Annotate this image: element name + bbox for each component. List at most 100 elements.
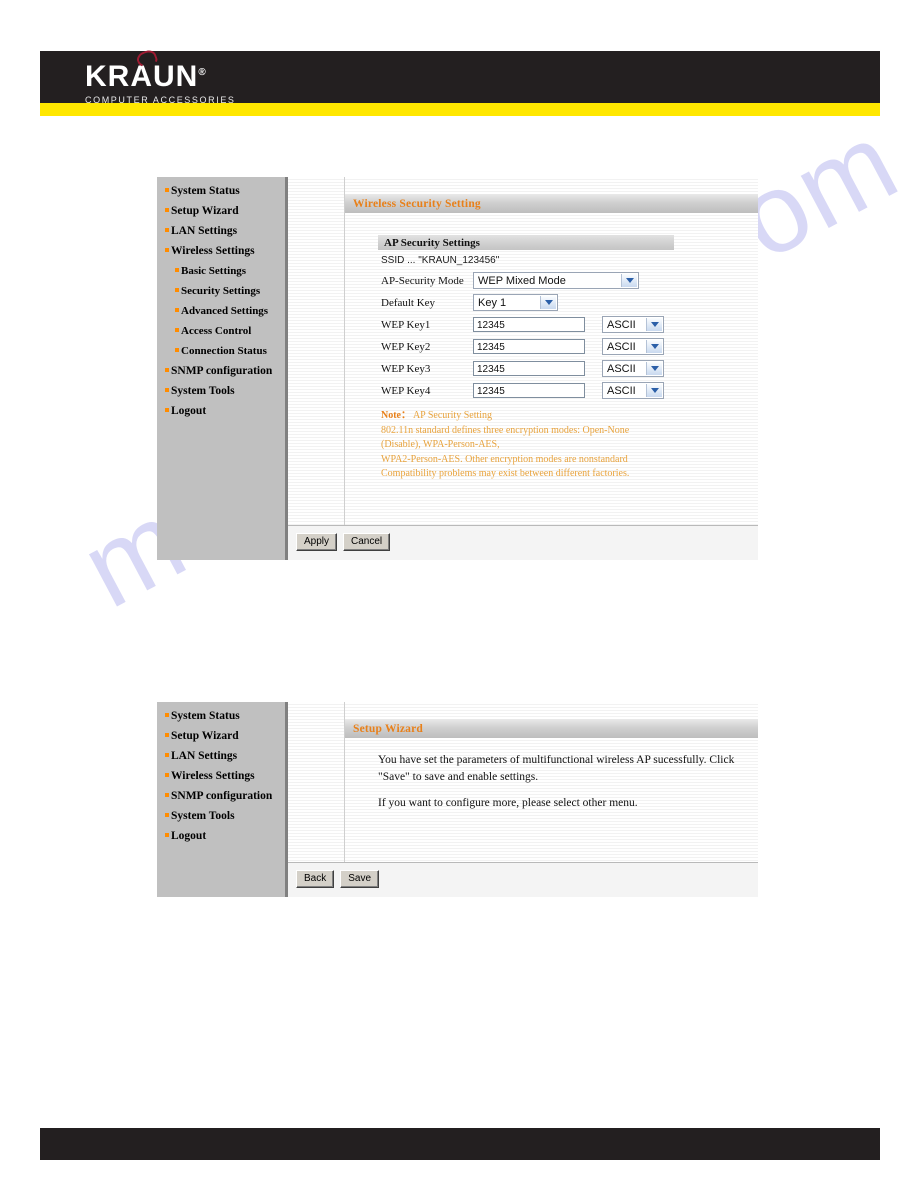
wep-key-1-input[interactable]: 12345 [473, 317, 585, 332]
label-ap-security-mode: AP-Security Mode [381, 274, 464, 287]
sidebar-item-setup-wizard[interactable]: Setup Wizard [157, 726, 285, 746]
wep-key-3-format-value: ASCII [607, 362, 636, 375]
wep-key-4-format-select[interactable]: ASCII [602, 382, 664, 399]
chevron-down-icon[interactable] [540, 296, 556, 309]
security-button-strip: Apply Cancel [288, 525, 758, 560]
note-line-3: WPA2-Person-AES. Other encryption modes … [381, 453, 628, 465]
sidebar-item-access-control[interactable]: Access Control [157, 321, 285, 341]
chevron-down-icon[interactable] [646, 318, 662, 331]
sidebar-item-basic-settings[interactable]: Basic Settings [157, 261, 285, 281]
default-key-select[interactable]: Key 1 [473, 294, 558, 311]
sidebar-item-snmp-configuration[interactable]: SNMP configuration [157, 361, 285, 381]
ssid-readonly-value: SSID ... "KRAUN_123456" [381, 255, 500, 266]
wizard-line-1: You have set the parameters of multifunc… [378, 754, 735, 766]
wizard-message-paragraph-1: You have set the parameters of multifunc… [378, 752, 758, 786]
wep-key-3-format-select[interactable]: ASCII [602, 360, 664, 377]
bullet-icon [165, 733, 169, 738]
sidebar-item-label: System Status [171, 185, 240, 197]
bullet-icon [165, 813, 169, 818]
note-heading-line: Note： AP Security Setting [381, 409, 758, 424]
logo-tagline: COMPUTER ACCESSORIES [85, 95, 236, 105]
sidebar-nav-security: System Status Setup Wizard LAN Settings … [157, 177, 288, 560]
row-ap-security-mode: AP-Security Mode WEP Mixed Mode [378, 270, 758, 291]
bullet-icon [165, 208, 169, 213]
bullet-icon [165, 228, 169, 233]
chevron-down-icon[interactable] [646, 384, 662, 397]
wizard-message-paragraph-2: If you want to configure more, please se… [378, 797, 638, 809]
sidebar-item-label: SNMP configuration [171, 365, 273, 377]
sidebar-item-label: SNMP configuration [171, 790, 273, 802]
bullet-icon [175, 328, 179, 333]
ap-security-mode-select[interactable]: WEP Mixed Mode [473, 272, 639, 289]
bullet-icon [175, 348, 179, 353]
sidebar-item-label: LAN Settings [171, 750, 238, 762]
wep-key-3-input[interactable]: 12345 [473, 361, 585, 376]
row-wep-key-1: WEP Key1 12345 ASCII [378, 314, 758, 335]
cancel-button[interactable]: Cancel [343, 533, 391, 551]
bullet-icon [165, 753, 169, 758]
sidebar-item-connection-status[interactable]: Connection Status [157, 341, 285, 361]
logo-wordmark: KRAUN® [85, 48, 236, 92]
bullet-icon [175, 268, 179, 273]
chevron-down-icon[interactable] [646, 340, 662, 353]
sidebar-item-label: LAN Settings [171, 225, 238, 237]
sidebar-item-label: Advanced Settings [181, 305, 269, 317]
bullet-icon [165, 368, 169, 373]
sidebar-item-system-tools[interactable]: System Tools [157, 806, 285, 826]
bullet-icon [165, 713, 169, 718]
sidebar-item-wireless-settings[interactable]: Wireless Settings [157, 241, 285, 261]
sidebar-item-label: Access Control [181, 325, 252, 337]
sidebar-item-system-tools[interactable]: System Tools [157, 381, 285, 401]
chevron-down-icon[interactable] [646, 362, 662, 375]
wep-key-2-format-value: ASCII [607, 340, 636, 353]
wep-key-2-format-select[interactable]: ASCII [602, 338, 664, 355]
sidebar-item-label: System Tools [171, 385, 235, 397]
bullet-icon [165, 408, 169, 413]
apply-button[interactable]: Apply [296, 533, 338, 551]
wep-key-1-format-value: ASCII [607, 318, 636, 331]
sidebar-item-system-status[interactable]: System Status [157, 706, 285, 726]
content-top-spacer [345, 177, 758, 194]
sidebar-item-logout[interactable]: Logout [157, 401, 285, 421]
sidebar-item-logout[interactable]: Logout [157, 826, 285, 846]
save-button[interactable]: Save [340, 870, 380, 888]
bullet-icon [165, 388, 169, 393]
note-keyword: Note： [381, 410, 411, 421]
security-content-inner: Wireless Security Setting AP Security Se… [288, 177, 758, 560]
sidebar-item-label: Logout [171, 405, 207, 417]
wep-key-2-input[interactable]: 12345 [473, 339, 585, 354]
setup-wizard-screenshot: System Status Setup Wizard LAN Settings … [157, 702, 758, 897]
wizard-message: You have set the parameters of multifunc… [378, 738, 758, 812]
chevron-down-icon[interactable] [621, 274, 637, 287]
sidebar-item-label: System Status [171, 710, 240, 722]
sidebar-item-advanced-settings[interactable]: Advanced Settings [157, 301, 285, 321]
bullet-icon [165, 833, 169, 838]
sidebar-item-system-status[interactable]: System Status [157, 181, 285, 201]
bullet-icon [165, 188, 169, 193]
label-wep-key-3: WEP Key3 [381, 362, 431, 375]
sidebar-item-setup-wizard[interactable]: Setup Wizard [157, 201, 285, 221]
sidebar-item-snmp-configuration[interactable]: SNMP configuration [157, 786, 285, 806]
sidebar-item-lan-settings[interactable]: LAN Settings [157, 221, 285, 241]
sidebar-item-security-settings[interactable]: Security Settings [157, 281, 285, 301]
label-wep-key-2: WEP Key2 [381, 340, 431, 353]
page-title: Wireless Security Setting [353, 197, 481, 210]
wep-key-1-format-select[interactable]: ASCII [602, 316, 664, 333]
page-title-bar: Wireless Security Setting [345, 194, 758, 213]
row-wep-key-4: WEP Key4 12345 ASCII [378, 380, 758, 401]
sidebar-item-lan-settings[interactable]: LAN Settings [157, 746, 285, 766]
sidebar-nav-wizard: System Status Setup Wizard LAN Settings … [157, 702, 288, 897]
row-wep-key-3: WEP Key3 12345 ASCII [378, 358, 758, 379]
wizard-line-2: "Save" to save and enable settings. [378, 771, 539, 783]
section-header-ap-security: AP Security Settings [378, 235, 674, 250]
wizard-button-strip: Back Save [288, 862, 758, 897]
sidebar-item-wireless-settings[interactable]: Wireless Settings [157, 766, 285, 786]
wizard-content-inner: Setup Wizard You have set the parameters… [288, 702, 758, 897]
bullet-icon [165, 248, 169, 253]
sidebar-item-label: Basic Settings [181, 265, 247, 277]
back-button[interactable]: Back [296, 870, 335, 888]
wep-key-4-input[interactable]: 12345 [473, 383, 585, 398]
row-default-key: Default Key Key 1 [378, 292, 758, 313]
security-note: Note： AP Security Setting 802.11n standa… [381, 409, 758, 482]
